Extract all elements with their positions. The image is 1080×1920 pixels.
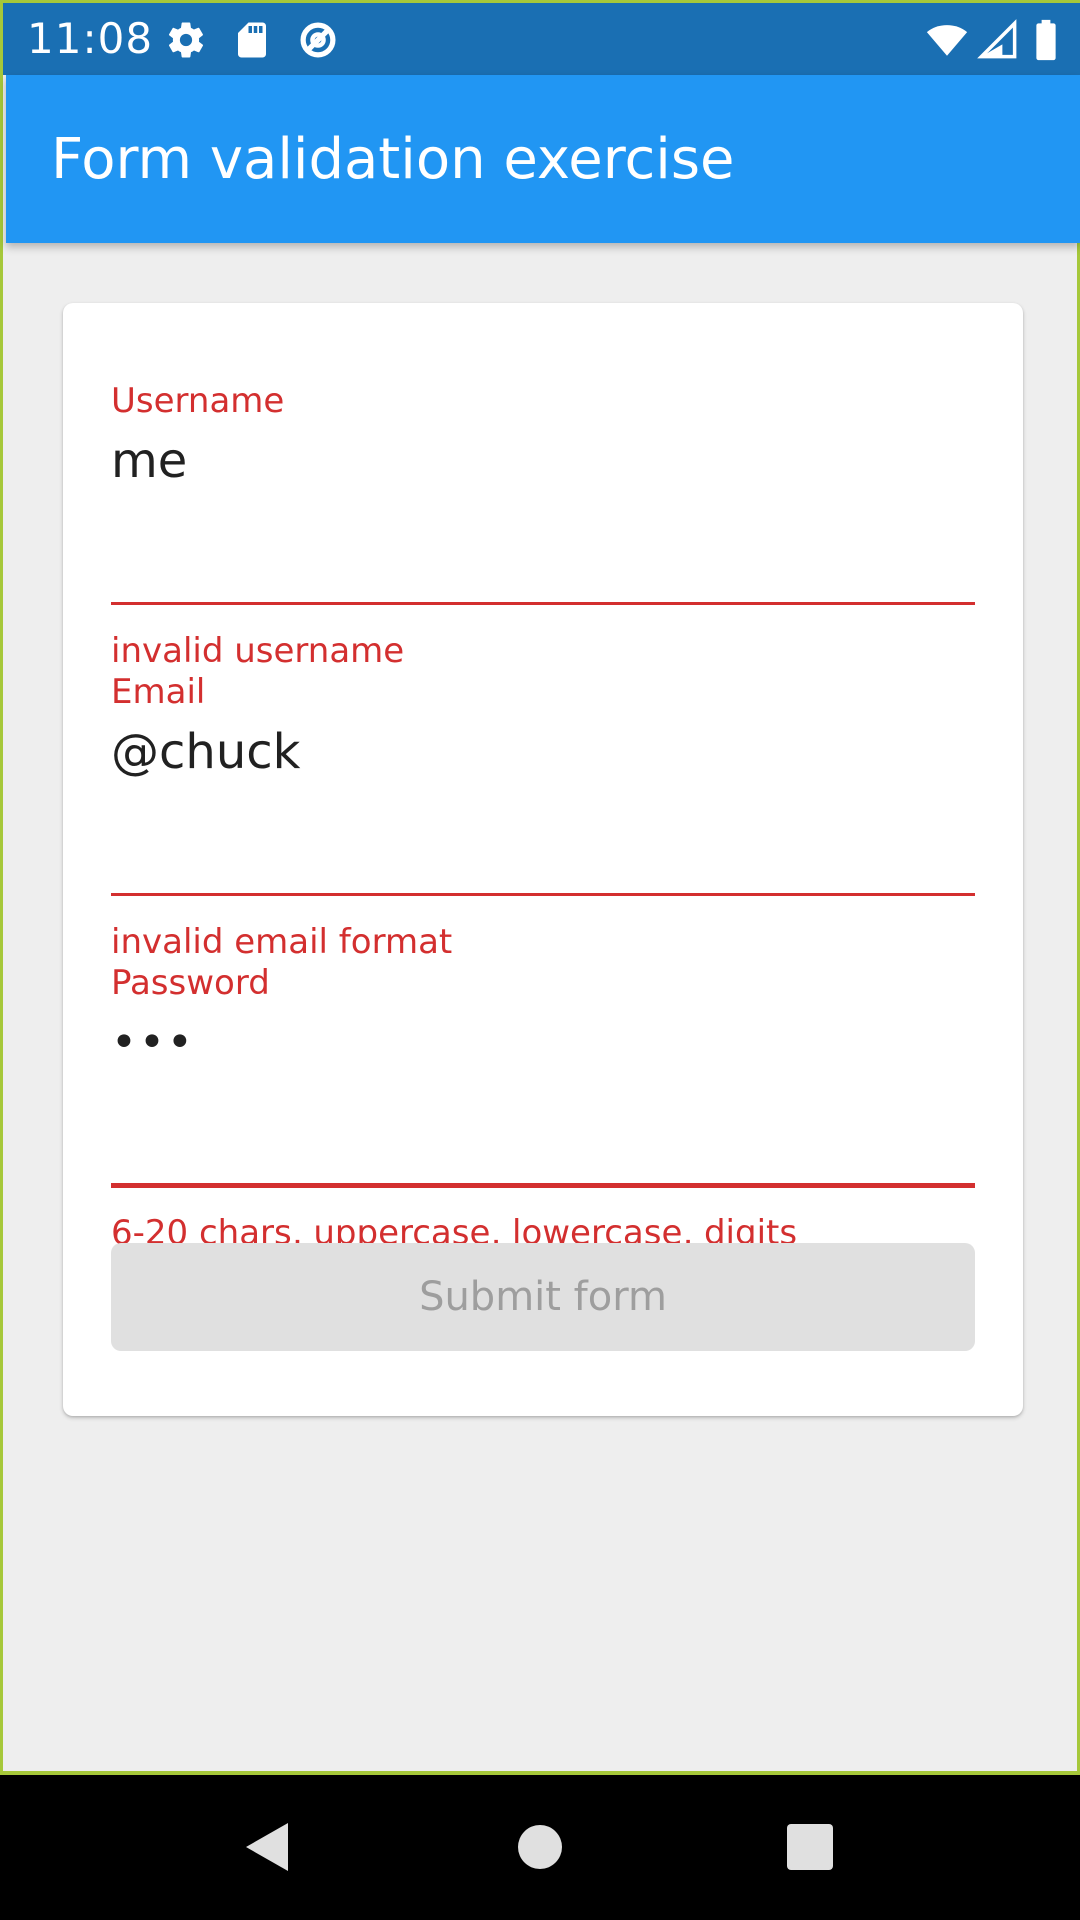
form-card: Username me invalid username Email @chuc…: [63, 303, 1023, 1416]
email-error: invalid email format: [111, 922, 453, 962]
username-label: Username: [111, 381, 285, 421]
wifi-icon: [925, 19, 969, 61]
password-input[interactable]: •••: [111, 1013, 195, 1073]
gear-icon: [165, 19, 207, 61]
sync-disabled-icon: [297, 19, 339, 61]
back-icon[interactable]: [236, 1815, 300, 1879]
username-error: invalid username: [111, 631, 405, 671]
submit-button[interactable]: Submit form: [111, 1243, 975, 1351]
recents-icon[interactable]: [778, 1815, 842, 1879]
status-bar: 11:08: [3, 3, 1080, 75]
sd-card-icon: [231, 19, 273, 61]
password-field[interactable]: Password ••• 6-20 chars, uppercase, lowe…: [111, 963, 975, 1253]
home-icon[interactable]: [508, 1815, 572, 1879]
email-label: Email: [111, 672, 206, 712]
username-underline: [111, 602, 975, 605]
app-frame: 11:08 Form validation exercise Username …: [0, 0, 1080, 1775]
email-field[interactable]: Email @chuck invalid email format: [111, 672, 975, 962]
password-underline: [111, 1183, 975, 1188]
page-title: Form validation exercise: [51, 127, 735, 192]
email-input[interactable]: @chuck: [111, 722, 300, 782]
battery-icon: [1033, 19, 1059, 61]
cellular-signal-icon: [977, 19, 1019, 61]
status-time: 11:08: [27, 14, 154, 63]
navigation-bar: [0, 1775, 1080, 1920]
username-input[interactable]: me: [111, 431, 187, 491]
username-field[interactable]: Username me invalid username: [111, 381, 975, 671]
app-bar: Form validation exercise: [6, 75, 1080, 243]
password-label: Password: [111, 963, 270, 1003]
email-underline: [111, 893, 975, 896]
